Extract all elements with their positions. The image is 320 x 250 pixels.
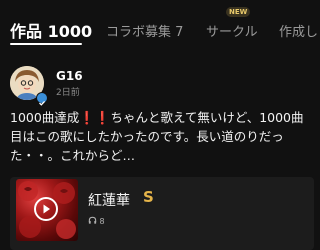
- tab-works[interactable]: 作品 1000: [10, 18, 92, 42]
- song-thumbnail[interactable]: [16, 179, 78, 241]
- verified-badge-icon: [36, 92, 48, 106]
- username[interactable]: G16: [56, 69, 83, 83]
- play-icon: [43, 204, 50, 214]
- media-card[interactable]: 紅蓮華 S 8: [10, 177, 314, 250]
- active-tab-indicator: [10, 43, 82, 45]
- listen-count-value: 8: [99, 217, 105, 226]
- tab-collab[interactable]: コラボ募集 7: [106, 21, 183, 40]
- song-title[interactable]: 紅蓮華: [88, 190, 130, 210]
- tab-circle[interactable]: サークル: [206, 21, 258, 40]
- post-text[interactable]: 1000曲達成❗❗ちゃんと歌えて無いけど、1000曲目はこの歌にしたかったのです…: [10, 108, 310, 165]
- tab-bar: 作品 1000 コラボ募集 7 NEW サークル 作成し: [0, 0, 318, 56]
- headphones-icon: [88, 216, 97, 224]
- new-badge: NEW: [226, 7, 251, 17]
- s-rank-badge: S: [143, 188, 154, 206]
- tab-create[interactable]: 作成し: [279, 21, 318, 40]
- play-button[interactable]: [34, 197, 58, 221]
- post-timestamp: 2日前: [56, 88, 80, 98]
- listen-count: 8: [88, 216, 105, 226]
